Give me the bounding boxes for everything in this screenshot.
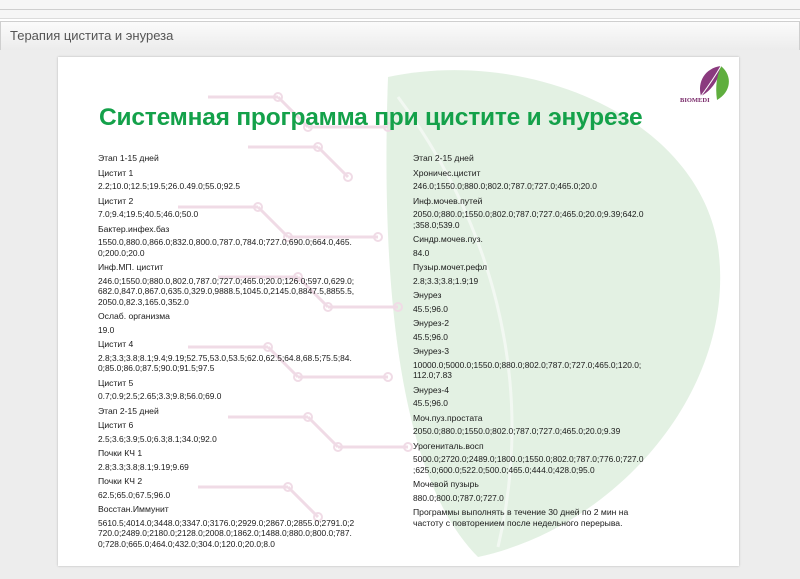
program-item: Пузыр.мочет.рефл 2.8;3.3;3.8;1.9;19 xyxy=(413,262,683,286)
program-label: Цистит 5 xyxy=(98,377,134,388)
title-bar: Терапия цистита и энуреза xyxy=(0,21,800,51)
frequency-values: 62.5;65.0;67.5;96.0 xyxy=(98,489,171,500)
program-item: Урогениталь.восп 5000.0;2720.0;2489.0;180… xyxy=(413,441,683,476)
program-label: Моч.пуз.простата xyxy=(413,412,483,423)
program-item: Энурез 45.5;96.0 xyxy=(413,290,683,314)
program-label: Пузыр.мочет.рефл xyxy=(413,262,488,272)
program-item: Этап 2-15 дней xyxy=(413,153,683,164)
program-item: Энурез-3 10000.0;5000.0;1550.0;880.0;802.… xyxy=(413,346,683,381)
program-label: Инф.МП. цистит xyxy=(98,262,164,272)
program-item: Инф.мочев.путей 2050.0;880.0;1550.0;802.0… xyxy=(413,196,683,231)
program-item: Этап 2-15 дней xyxy=(98,406,398,417)
frequency-values: 10000.0;5000.0;1550.0;880.0;802.0;787.0;… xyxy=(413,359,642,381)
program-item: Инф.МП. цистит 246.0;1550.0;880.0,802.0,7… xyxy=(98,262,398,307)
program-label: Ослаб. организма xyxy=(98,311,170,321)
frequency-values: 2.2;10.0;12.5;19.5;26.0.49.0;55.0;92.5 xyxy=(98,181,241,191)
frequency-values: 880.0;800.0;787.0;727.0 xyxy=(413,492,504,503)
frequency-values: 2.8;3.3;3.8;1.9;19 xyxy=(413,275,479,286)
biomedi-logo-icon xyxy=(699,65,729,100)
frequency-values: 19.0 xyxy=(98,324,115,335)
program-item: Цистит 2 7.0;9.4;19.5;40.5;46.0;50.0 xyxy=(98,196,398,220)
frequency-values: 2050.0;880.0;1550.0;802.0;787.0;727.0;46… xyxy=(413,426,621,436)
frequency-values: 246.0;1550.0;880.0;802.0;787.0;727.0;465… xyxy=(413,181,597,191)
program-label: Энурез xyxy=(413,290,442,300)
program-item: Хроничес.цистит 246.0;1550.0;880.0;802.0;… xyxy=(413,168,683,192)
program-item: Ослаб. организма 19.0 xyxy=(98,311,398,335)
frequency-values: 2.5;3.6;3.9;5.0;6.3;8.1;34.0;92.0 xyxy=(98,433,217,444)
frequency-values: 5610.5;4014.0;3448.0;3347.0;3176.0;2929.… xyxy=(98,517,355,549)
frequency-values: 0.7;0.9;2.5;2.65;3.3;9.8;56.0;69.0 xyxy=(98,391,222,401)
program-label: Синдр.мочев.пуз. xyxy=(413,234,483,244)
program-item: Восстан.Иммунит 5610.5;4014.0;3448.0;3347… xyxy=(98,504,398,549)
program-label: Программы выполнять в течение 30 дней по… xyxy=(413,507,629,528)
page-title: Терапия цистита и энуреза xyxy=(10,28,174,43)
slide: BIOMEDI Системная программа при цистите … xyxy=(58,57,739,566)
frequency-values: 5000.0;2720.0;2489.0;1800.0;1550.0;802.0… xyxy=(413,454,644,475)
program-label: Мочевой пузырь xyxy=(413,479,479,489)
program-item: Цистит 4 2.8;3.3;3.8;8.1;9.4;9.19;52.75,5… xyxy=(98,339,398,374)
program-item: Цистит 1 2.2;10.0;12.5;19.5;26.0.49.0;55.… xyxy=(98,168,398,192)
frequency-values: 2.8;3.3;3.8;8.1;9.4;9.19;52.75,53.0,53.5… xyxy=(98,352,352,374)
program-label: Цистит 1 xyxy=(98,167,134,178)
program-label: Бактер.инфех.баз xyxy=(98,223,170,234)
program-item: Мочевой пузырь 880.0;800.0;787.0;727.0 xyxy=(413,479,683,503)
frequency-values: 7.0;9.4;19.5;40.5;46.0;50.0 xyxy=(98,209,199,219)
program-label: Почки КЧ 2 xyxy=(98,476,143,486)
program-label: Инф.мочев.путей xyxy=(413,195,483,206)
brand-name: BIOMEDI xyxy=(680,97,710,104)
frequency-values: 45.5;96.0 xyxy=(413,303,448,314)
program-item: Программы выполнять в течение 30 дней по… xyxy=(413,507,683,528)
program-label: Этап 2-15 дней xyxy=(413,153,474,163)
program-label: Цистит 2 xyxy=(98,195,134,206)
frequency-values: 2050.0;880.0;1550.0;802.0;787.0;727.0;46… xyxy=(413,209,644,230)
program-label: Энурез-3 xyxy=(413,346,450,356)
left-column: Этап 1-15 дней Цистит 1 2.2;10.0;12.5;19.5… xyxy=(98,153,398,553)
program-label: Энурез-4 xyxy=(413,384,450,395)
program-item: Цистит 5 0.7;0.9;2.5;2.65;3.3;9.8;56.0;69… xyxy=(98,378,398,402)
program-label: Этап 1-15 дней xyxy=(98,153,159,163)
program-item: Бактер.инфех.баз 1550.0,880.0,866.0;832.0… xyxy=(98,224,398,259)
program-label: Этап 2-15 дней xyxy=(98,405,159,416)
program-label: Восстан.Иммунит xyxy=(98,504,169,514)
program-item: Энурез-4 45.5;96.0 xyxy=(413,385,683,409)
program-item: Синдр.мочев.пуз. 84.0 xyxy=(413,234,683,258)
right-column: Этап 2-15 дней Хроничес.цистит 246.0;1550.… xyxy=(413,153,683,532)
program-label: Урогениталь.восп xyxy=(413,440,484,451)
program-item: Энурез-2 45.5;96.0 xyxy=(413,318,683,342)
frequency-values: 45.5;96.0 xyxy=(413,331,448,342)
frequency-values: 246.0;1550.0;880.0,802.0,787.0;727.0;465… xyxy=(98,275,355,307)
program-item: Почки КЧ 2 62.5;65.0;67.5;96.0 xyxy=(98,476,398,500)
program-label: Цистит 4 xyxy=(98,339,134,349)
program-item: Цистит 6 2.5;3.6;3.9;5.0;6.3;8.1;34.0;92.… xyxy=(98,420,398,444)
frequency-values: 2.8;3.3;3.8;8.1;9.19;9.69 xyxy=(98,461,189,472)
program-item: Почки КЧ 1 2.8;3.3;3.8;8.1;9.19;9.69 xyxy=(98,448,398,472)
program-label: Энурез-2 xyxy=(413,318,450,328)
frequency-values: 84.0 xyxy=(413,247,430,258)
browser-top-strip xyxy=(0,0,800,19)
program-label: Цистит 6 xyxy=(98,420,134,430)
program-label: Хроничес.цистит xyxy=(413,167,481,178)
slide-heading: Системная программа при цистите и энурез… xyxy=(99,104,643,131)
program-item: Моч.пуз.простата 2050.0;880.0;1550.0;802.… xyxy=(413,413,683,437)
program-item: Этап 1-15 дней xyxy=(98,153,398,164)
frequency-values: 45.5;96.0 xyxy=(413,398,448,408)
frequency-values: 1550.0,880.0,866.0;832.0,800.0,787.0,784… xyxy=(98,237,352,258)
program-label: Почки КЧ 1 xyxy=(98,448,143,458)
